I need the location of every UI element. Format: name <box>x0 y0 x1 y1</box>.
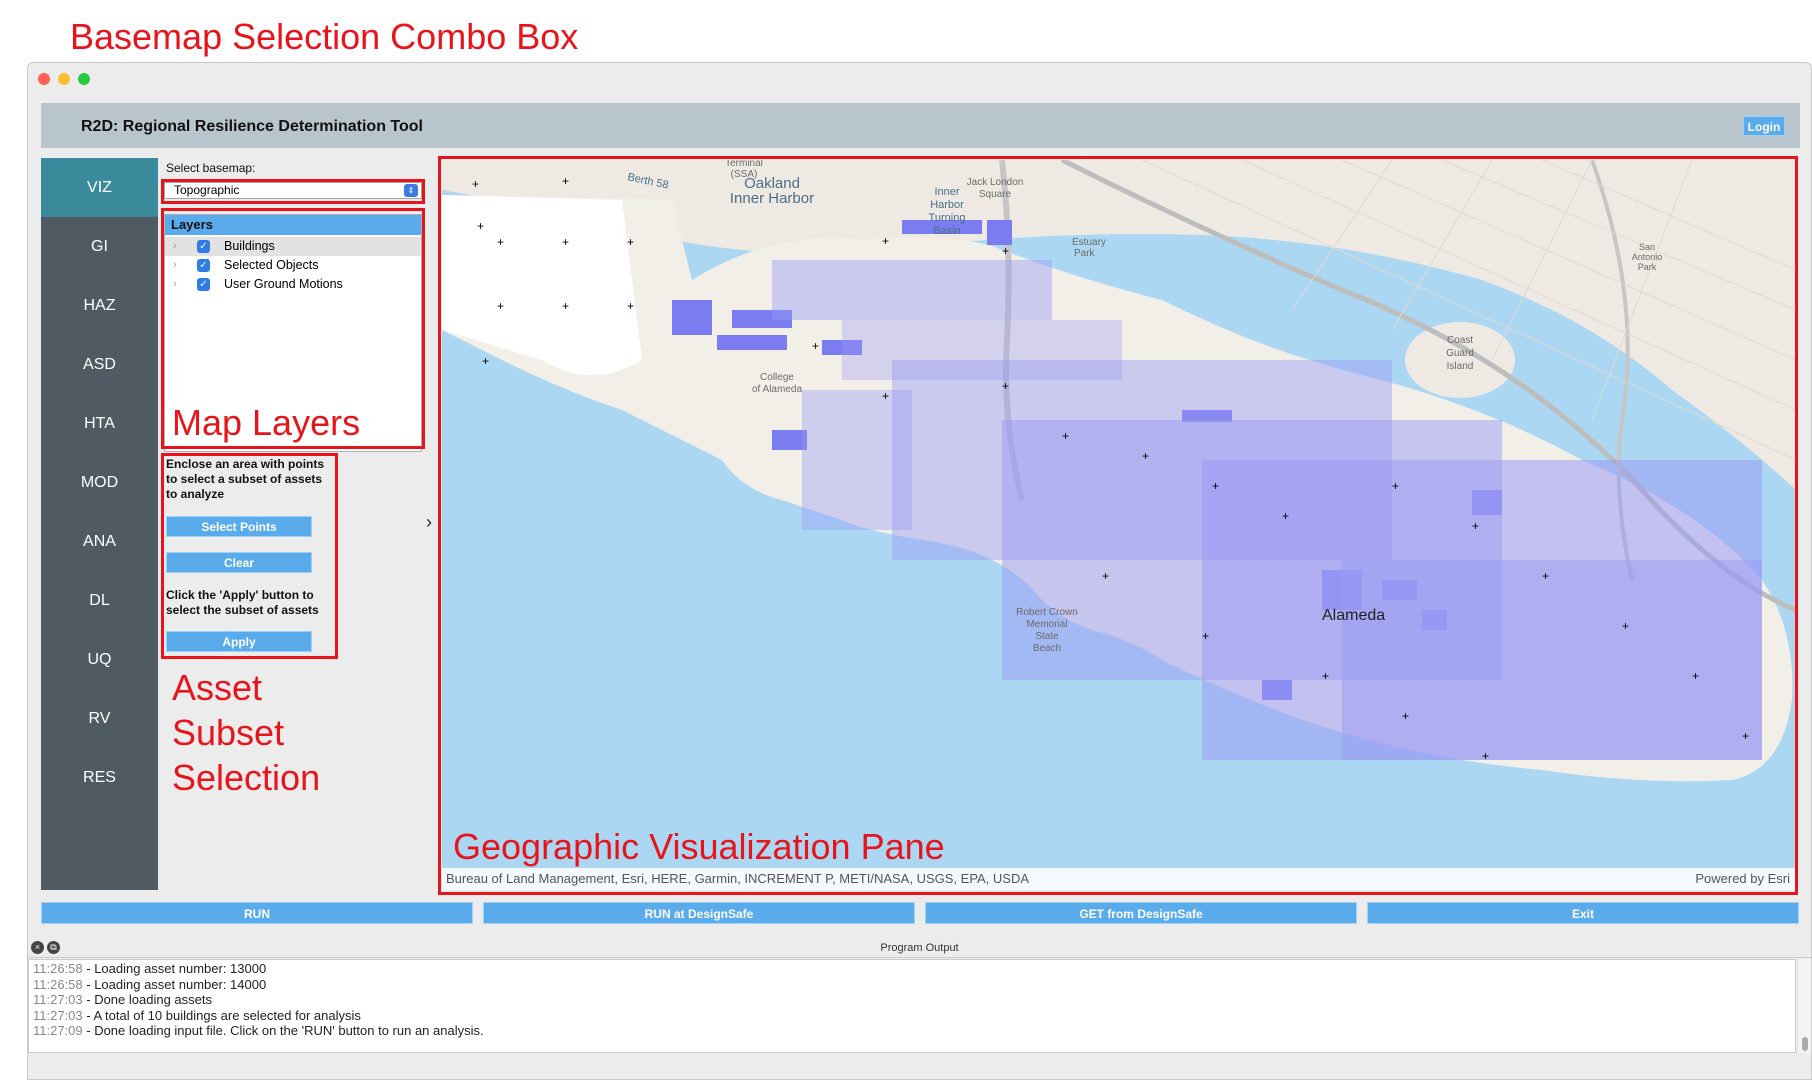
annotation-box-map <box>438 156 1798 895</box>
sidebar-item-viz[interactable]: VIZ <box>41 158 158 217</box>
program-output-title: Program Output <box>880 942 959 954</box>
annotation-asset-2: Subset <box>172 712 285 753</box>
collapse-panel-chevron-icon[interactable]: › <box>426 512 432 533</box>
annotation-box-subset <box>161 453 338 659</box>
sidebar-item-hta[interactable]: HTA <box>41 394 158 453</box>
sidebar-item-uq[interactable]: UQ <box>41 630 158 689</box>
sidebar-item-haz[interactable]: HAZ <box>41 276 158 335</box>
annotation-geo-pane: Geographic Visualization Pane <box>453 826 945 867</box>
sidebar-item-ana[interactable]: ANA <box>41 512 158 571</box>
app-header: R2D: Regional Resilience Determination T… <box>41 103 1800 148</box>
sidebar-item-mod[interactable]: MOD <box>41 453 158 512</box>
annotation-asset-3: Selection <box>172 757 321 798</box>
zoom-window-button[interactable] <box>78 73 90 85</box>
sidebar-item-res[interactable]: RES <box>41 748 158 807</box>
annotation-box-basemap <box>161 179 425 204</box>
annotation-asset-1: Asset <box>172 667 263 708</box>
sidebar: VIZ GI HAZ ASD HTA MOD ANA DL UQ RV RES <box>41 158 158 890</box>
close-window-button[interactable] <box>38 73 50 85</box>
sidebar-item-gi[interactable]: GI <box>41 217 158 276</box>
annotation-map-layers: Map Layers <box>172 402 361 443</box>
app-title: R2D: Regional Resilience Determination T… <box>81 118 423 135</box>
close-icon[interactable]: × <box>31 941 44 954</box>
sidebar-item-asd[interactable]: ASD <box>41 335 158 394</box>
log-line: 11:26:58 - Loading asset number: 14000 <box>33 976 267 992</box>
output-scrollbar[interactable] <box>1797 959 1811 1053</box>
log-line: 11:27:09 - Done loading input file. Clic… <box>33 1023 484 1038</box>
minimize-window-button[interactable] <box>58 73 70 85</box>
log-line: 11:27:03 - Done loading assets <box>33 992 212 1007</box>
run-button[interactable]: RUN <box>41 902 473 924</box>
sidebar-item-dl[interactable]: DL <box>41 571 158 630</box>
basemap-label: Select basemap: <box>166 161 256 175</box>
log-line: 11:26:58 - Loading asset number: 13000 <box>33 961 267 976</box>
get-designsafe-button[interactable]: GET from DesignSafe <box>925 902 1357 924</box>
exit-button[interactable]: Exit <box>1367 902 1799 924</box>
program-output-log[interactable]: 11:26:58 - Loading asset number: 13000 1… <box>28 959 1796 1053</box>
annotation-basemap-combo: Basemap Selection Combo Box <box>70 16 579 57</box>
scrollbar-thumb[interactable] <box>1802 1037 1808 1051</box>
log-line: 11:27:03 - A total of 10 buildings are s… <box>33 1007 361 1023</box>
sidebar-item-rv[interactable]: RV <box>41 689 158 748</box>
run-designsafe-button[interactable]: RUN at DesignSafe <box>483 902 915 924</box>
program-output-header: × ⧉ Program Output <box>28 938 1811 958</box>
login-button[interactable]: Login <box>1743 116 1785 136</box>
float-icon[interactable]: ⧉ <box>47 941 60 954</box>
